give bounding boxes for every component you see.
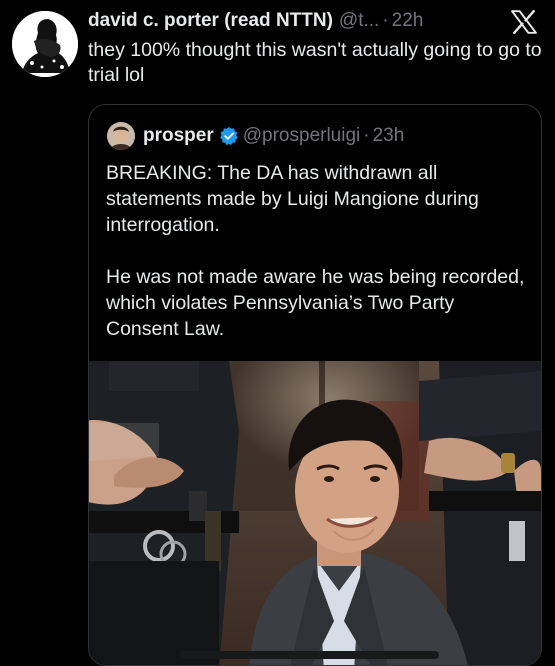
quoted-tweet-photo[interactable] (89, 361, 541, 665)
tweet-text: they 100% thought this wasn't actually g… (88, 39, 542, 86)
quoted-avatar-image (107, 122, 135, 150)
tweet-header: david c. porter (read NTTN) @t... · 22h (88, 8, 495, 34)
verified-badge-icon (219, 126, 238, 146)
author-handle[interactable]: @t... (339, 8, 379, 34)
quoted-paragraph-1: BREAKING: The DA has withdrawn all state… (106, 162, 479, 236)
avatar-silhouette (12, 11, 78, 77)
separator-dot: · (382, 10, 389, 31)
tweet-time[interactable]: 22h (392, 8, 424, 34)
x-logo-icon[interactable] (511, 10, 537, 34)
author-name[interactable]: david c. porter (read NTTN) (88, 8, 333, 34)
quoted-separator-dot: · (363, 125, 370, 146)
quoted-paragraph-2: He was not made aware he was being recor… (106, 266, 525, 340)
quoted-tweet-header: prosper @prosperluigi · 23h (107, 122, 404, 150)
quoted-author-name[interactable]: prosper (143, 125, 214, 147)
quoted-author-avatar[interactable] (107, 122, 135, 150)
author-avatar[interactable] (12, 11, 78, 77)
quoted-author-handle[interactable]: @prosperluigi (243, 125, 361, 147)
quoted-tweet[interactable]: prosper @prosperluigi · 23h BREAKING: Th… (88, 104, 542, 666)
quoted-tweet-text: BREAKING: The DA has withdrawn all state… (106, 160, 526, 368)
courtroom-photo (89, 361, 541, 665)
quoted-tweet-time[interactable]: 23h (373, 125, 405, 147)
